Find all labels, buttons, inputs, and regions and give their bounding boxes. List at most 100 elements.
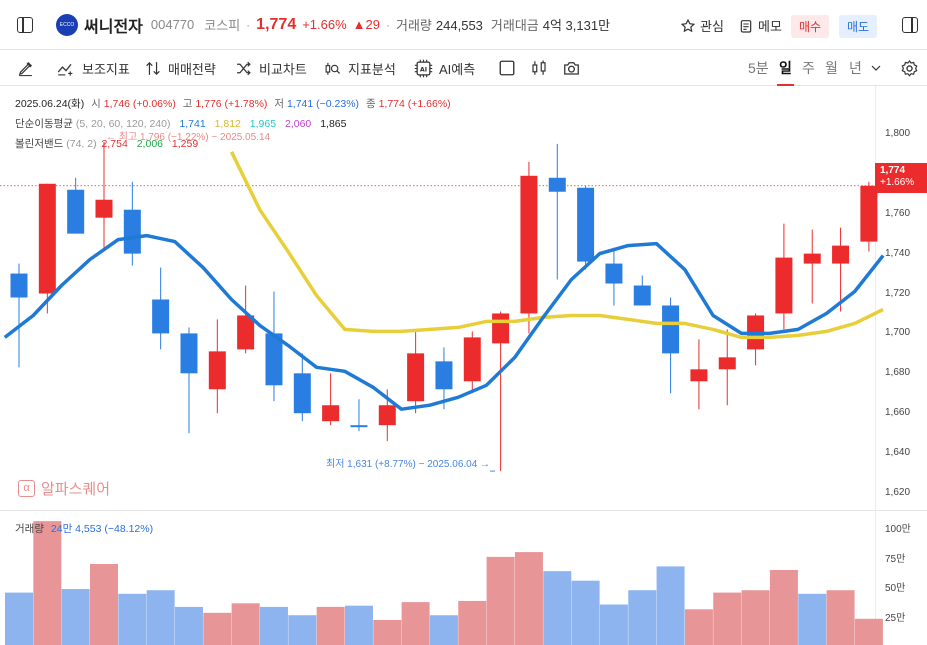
- gear-icon: [901, 59, 918, 77]
- open-value: 1,746 (+0.06%): [103, 98, 176, 110]
- price-tick-label: 1,720: [885, 287, 911, 299]
- settings-button[interactable]: [900, 50, 925, 86]
- draw-button[interactable]: [17, 50, 40, 86]
- square-icon: [499, 60, 515, 76]
- screenshot-button[interactable]: [562, 50, 587, 86]
- separator-dot: ·: [246, 17, 251, 32]
- alphasquare-logo-icon: α: [18, 480, 35, 497]
- volume-bar: [741, 590, 770, 645]
- watch-label: 관심: [700, 19, 724, 34]
- volume-bar: [599, 604, 628, 645]
- ma120-value: 2,060: [285, 118, 312, 130]
- volume-bar: [5, 592, 33, 645]
- volume-bar: [514, 552, 543, 645]
- period-week[interactable]: 주: [802, 50, 815, 86]
- candle-body: [293, 373, 311, 414]
- volume-bar: [33, 521, 62, 645]
- candle-body: [690, 369, 708, 382]
- volume-bar: [486, 556, 515, 645]
- candle-body: [548, 177, 566, 192]
- current-pct-tag-value: +1.66%: [880, 177, 915, 188]
- svg-text:AI: AI: [420, 66, 427, 73]
- volume-tick-label: 75만: [885, 553, 906, 565]
- volume-bar: [288, 615, 317, 645]
- candle-body: [378, 405, 396, 426]
- amount-value: 4억 3,131만: [542, 18, 611, 33]
- ohlc-legend: 2025.06.24(화) 시 1,746 (+0.06%) 고 1,776 (…: [15, 96, 451, 111]
- low-value: 1,741 (−0.23%): [286, 98, 360, 110]
- candle-body: [38, 183, 56, 294]
- shuffle-icon: [237, 61, 251, 75]
- candle-body: [152, 299, 170, 334]
- volume-bar: [458, 600, 487, 645]
- star-icon: [680, 18, 696, 32]
- amount-info: 거래대금 4억 3,131만: [491, 15, 610, 34]
- compare-button[interactable]: 비교차트: [234, 50, 307, 86]
- high-marker-text: 최고 1,796 (−1.22%) − 2025.05.14: [118, 132, 271, 143]
- candle-body: [662, 305, 680, 354]
- market-name: 코스피: [204, 18, 241, 33]
- volume-bar: [713, 592, 742, 645]
- chart-type-button[interactable]: [530, 50, 554, 86]
- memo-button[interactable]: 메모: [738, 16, 782, 35]
- low-label: 저: [274, 98, 285, 110]
- indicator-icon: [57, 63, 73, 76]
- memo-icon: [740, 19, 752, 33]
- candle-body: [520, 175, 538, 314]
- logo-text: ECCO: [59, 21, 75, 28]
- high-label: 고: [182, 98, 193, 110]
- buy-button[interactable]: 매수: [791, 15, 830, 38]
- panel-left-icon: [17, 17, 33, 33]
- candle-body: [350, 425, 368, 428]
- period-day[interactable]: 일: [777, 50, 794, 86]
- sidebar-right-toggle-button[interactable]: [902, 17, 918, 33]
- fullscreen-button[interactable]: [498, 50, 522, 86]
- price-tick-label: 1,740: [885, 247, 911, 259]
- low-marker: 최저 1,631 (+8.77%) − 2025.06.04 →: [326, 459, 491, 470]
- period-more-button[interactable]: [870, 50, 888, 86]
- price-tick-label: 1,680: [885, 367, 911, 379]
- volume-label: 거래량: [396, 18, 432, 33]
- candle-body: [237, 315, 255, 350]
- volume-bar: [203, 612, 232, 645]
- indicator-button[interactable]: 보조지표: [56, 50, 130, 86]
- strategy-button[interactable]: 매매전략: [144, 50, 216, 86]
- company-logo: ECCO: [56, 13, 78, 36]
- volume-bar: [543, 571, 572, 645]
- sidebar-toggle-button[interactable]: [17, 17, 33, 33]
- ai-predict-label: AI예측: [439, 61, 476, 77]
- period-5min[interactable]: 5분: [748, 50, 769, 86]
- strategy-label: 매매전략: [168, 61, 216, 77]
- candlestick-icon: [532, 60, 546, 75]
- volume-bar: [628, 590, 657, 645]
- volume-bar: [656, 566, 685, 645]
- period-year[interactable]: 년: [849, 50, 862, 86]
- sell-button[interactable]: 매도: [839, 15, 878, 38]
- volume-bar: [146, 590, 175, 645]
- amount-label: 거래대금: [490, 18, 539, 33]
- stock-name[interactable]: 써니전자: [84, 13, 143, 37]
- analysis-button[interactable]: 지표분석: [323, 50, 396, 86]
- candle-body: [435, 361, 453, 390]
- candle-analysis-icon: [325, 62, 341, 75]
- watch-button[interactable]: 관심: [680, 16, 724, 35]
- volume-info: 거래량 244,553: [396, 15, 483, 34]
- volume-legend-label: 거래량: [15, 523, 44, 535]
- change-amount-value: 29: [365, 17, 381, 32]
- high-value: 1,776 (+1.78%): [195, 98, 268, 110]
- ai-predict-button[interactable]: AI AI예측: [414, 50, 475, 86]
- candle-body: [67, 189, 85, 234]
- stock-code: 004770: [150, 17, 195, 32]
- volume-bar: [118, 593, 147, 645]
- volume-bar: [798, 593, 827, 645]
- volume-bar: [174, 606, 203, 645]
- current-price-tag-value: 1,774: [880, 165, 906, 176]
- change-percent: +1.66%: [302, 17, 347, 32]
- price-chart[interactable]: [0, 86, 927, 645]
- bb-params: (74, 2): [66, 138, 97, 150]
- period-month[interactable]: 월: [825, 50, 838, 86]
- volume-bar: [684, 609, 713, 645]
- candle-body: [577, 187, 595, 262]
- indicator-label: 보조지표: [82, 61, 130, 77]
- volume-bar: [401, 602, 430, 645]
